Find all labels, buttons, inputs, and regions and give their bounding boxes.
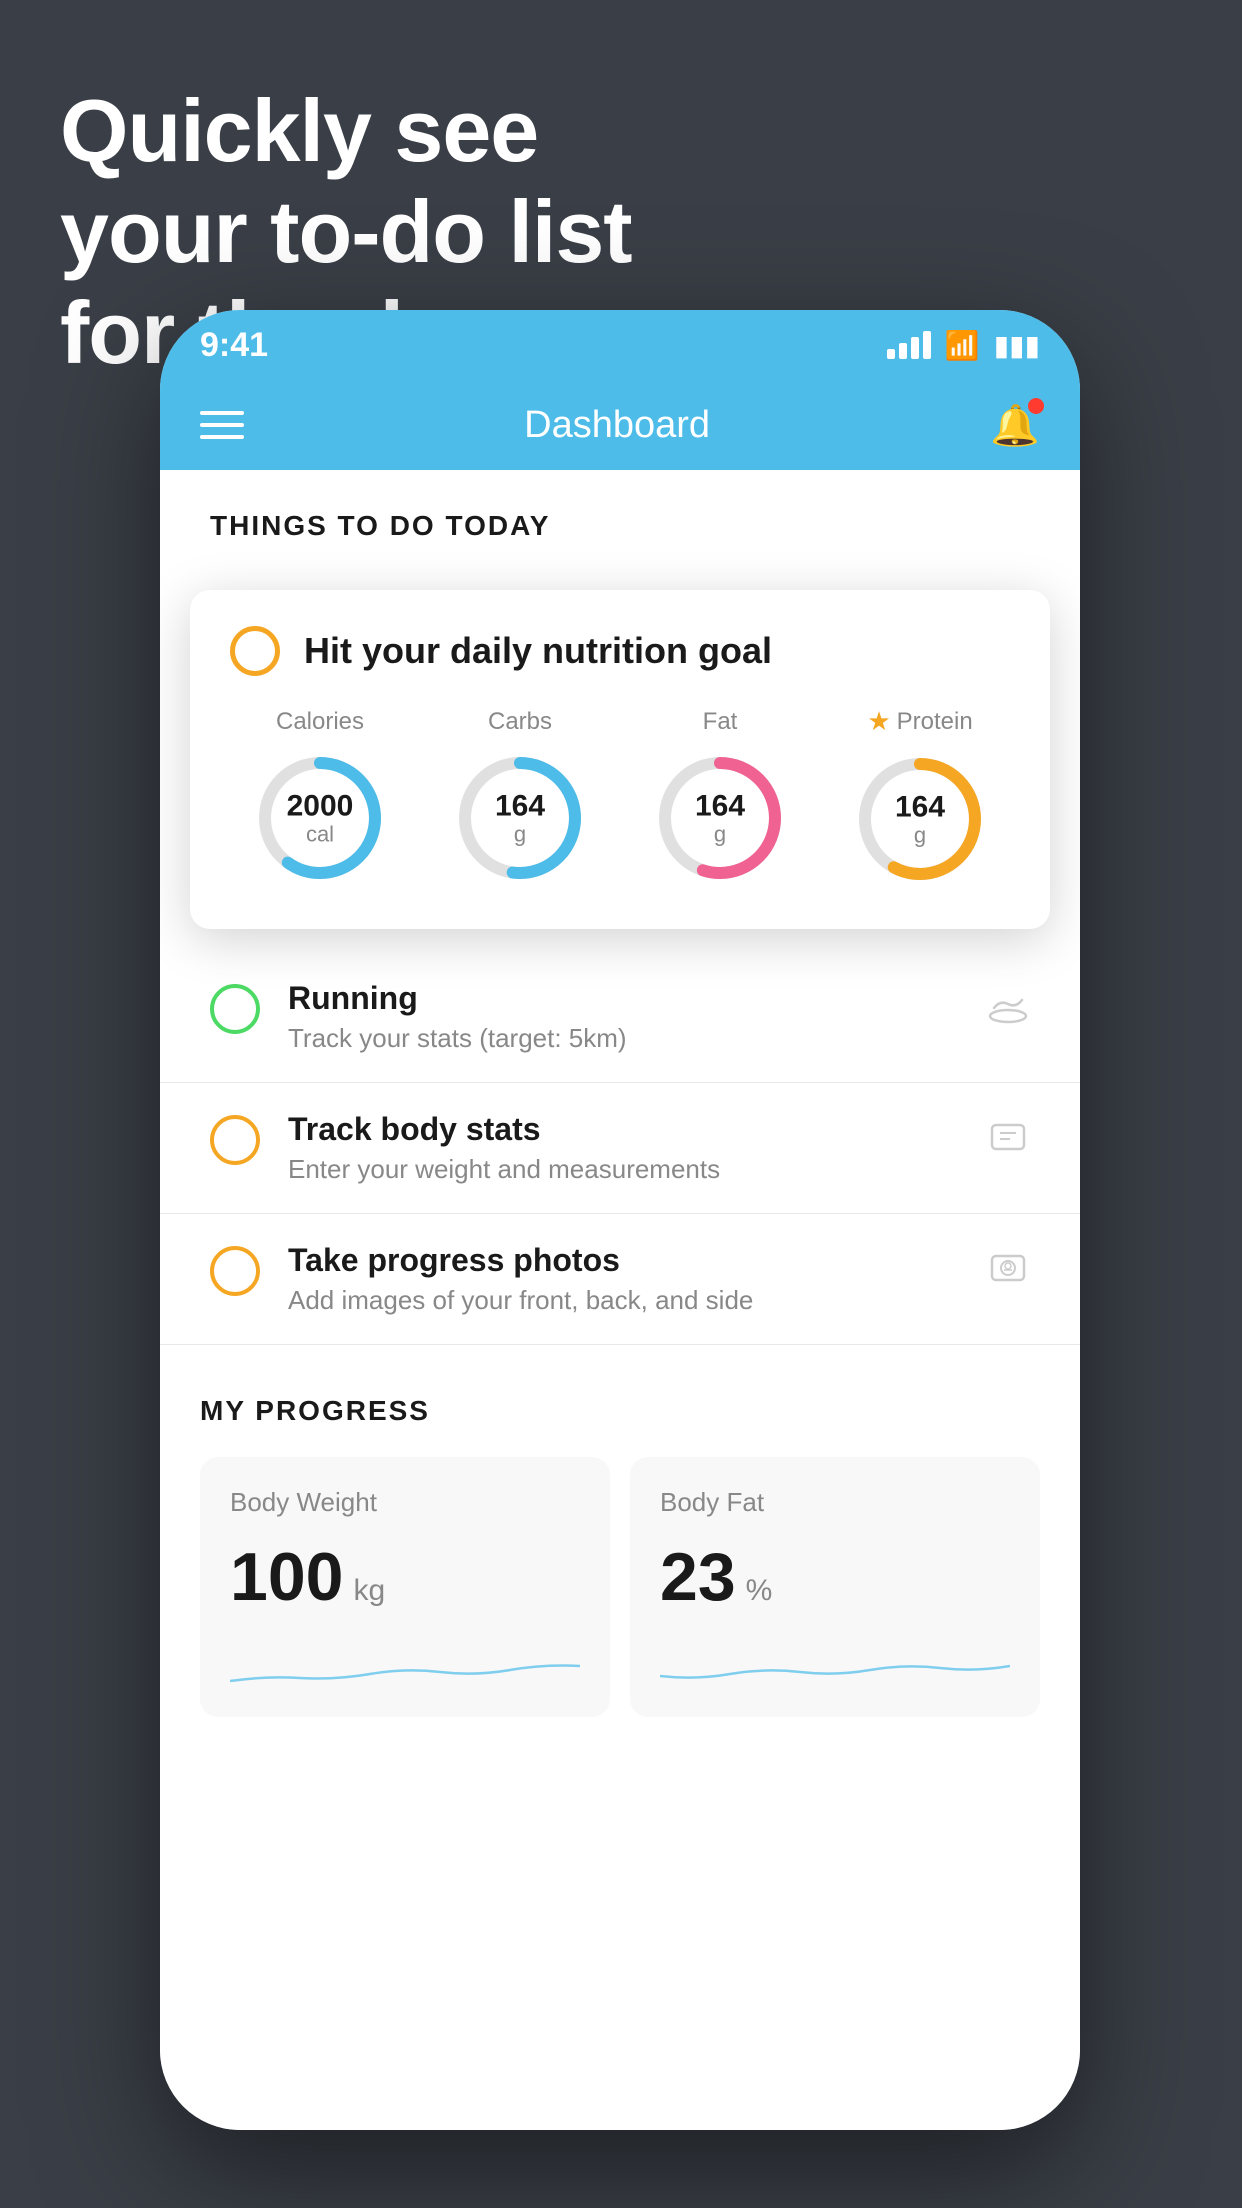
nav-title: Dashboard (524, 404, 710, 447)
nutrition-card: Hit your daily nutrition goal Calories (190, 590, 1050, 929)
calories-stat: Calories 2000 cal (250, 708, 390, 888)
todo-item-body-stats[interactable]: Track body stats Enter your weight and m… (160, 1083, 1080, 1214)
body-weight-unit: kg (353, 1574, 385, 1608)
todo-circle-running (210, 984, 260, 1034)
status-time: 9:41 (200, 326, 268, 365)
todo-name-photos: Take progress photos (288, 1242, 958, 1279)
body-fat-chart (660, 1636, 1010, 1696)
status-icons: 📶 ▮▮▮ (887, 329, 1040, 362)
body-fat-title: Body Fat (660, 1487, 1010, 1518)
body-fat-value-wrap: 23 % (660, 1538, 1010, 1616)
todo-item-running[interactable]: Running Track your stats (target: 5km) (160, 952, 1080, 1083)
body-weight-title: Body Weight (230, 1487, 580, 1518)
progress-cards: Body Weight 100 kg Body Fat 23 (200, 1457, 1040, 1717)
running-icon (986, 986, 1030, 1035)
status-bar: 9:41 📶 ▮▮▮ (160, 310, 1080, 380)
things-to-do-title: THINGS TO DO TODAY (210, 510, 550, 541)
todo-circle-body-stats (210, 1115, 260, 1165)
todo-list: Running Track your stats (target: 5km) (160, 952, 1080, 1345)
body-fat-unit: % (746, 1574, 773, 1608)
todo-text-photos: Take progress photos Add images of your … (288, 1242, 958, 1316)
todo-text-running: Running Track your stats (target: 5km) (288, 980, 958, 1054)
body-weight-card[interactable]: Body Weight 100 kg (200, 1457, 610, 1717)
nutrition-stats: Calories 2000 cal (230, 706, 1010, 889)
battery-icon: ▮▮▮ (994, 329, 1040, 362)
body-fat-card[interactable]: Body Fat 23 % (630, 1457, 1040, 1717)
todo-sub-photos: Add images of your front, back, and side (288, 1285, 958, 1316)
todo-name-running: Running (288, 980, 958, 1017)
phone-content: THINGS TO DO TODAY Hit your daily nutrit… (160, 470, 1080, 2130)
fat-stat: Fat 164 g (650, 708, 790, 888)
carbs-label: Carbs (488, 708, 552, 736)
todo-item-photos[interactable]: Take progress photos Add images of your … (160, 1214, 1080, 1345)
todo-sub-running: Track your stats (target: 5km) (288, 1023, 958, 1054)
protein-label: Protein (897, 708, 973, 736)
calories-label: Calories (276, 708, 364, 736)
todo-circle-photos (210, 1246, 260, 1296)
fat-label: Fat (703, 708, 738, 736)
phone-wrapper: 9:41 📶 ▮▮▮ Dashboard 🔔 (160, 310, 1080, 2130)
nav-bar: Dashboard 🔔 (160, 380, 1080, 470)
todo-sub-body-stats: Enter your weight and measurements (288, 1154, 958, 1185)
calories-donut: 2000 cal (250, 748, 390, 888)
photos-icon (986, 1248, 1030, 1297)
todo-text-body-stats: Track body stats Enter your weight and m… (288, 1111, 958, 1185)
star-icon: ★ (867, 706, 890, 737)
nutrition-card-title: Hit your daily nutrition goal (304, 630, 772, 672)
notifications-button[interactable]: 🔔 (990, 402, 1040, 449)
menu-button[interactable] (200, 411, 244, 439)
carbs-donut: 164 g (450, 748, 590, 888)
protein-label-wrap: ★ Protein (867, 706, 972, 737)
body-weight-value-wrap: 100 kg (230, 1538, 580, 1616)
progress-title: MY PROGRESS (200, 1395, 1040, 1427)
wifi-icon: 📶 (945, 329, 980, 362)
fat-donut: 164 g (650, 748, 790, 888)
notification-badge (1028, 398, 1044, 414)
todo-name-body-stats: Track body stats (288, 1111, 958, 1148)
protein-donut: 164 g (850, 749, 990, 889)
body-weight-chart (230, 1636, 580, 1696)
protein-stat: ★ Protein 164 g (850, 706, 990, 889)
nutrition-card-header: Hit your daily nutrition goal (230, 626, 1010, 676)
body-weight-value: 100 (230, 1538, 343, 1616)
things-to-do-header: THINGS TO DO TODAY (160, 470, 1080, 562)
progress-section: MY PROGRESS Body Weight 100 kg (160, 1345, 1080, 1747)
body-stats-icon (986, 1117, 1030, 1166)
body-fat-value: 23 (660, 1538, 736, 1616)
nutrition-status-circle (230, 626, 280, 676)
phone-frame: 9:41 📶 ▮▮▮ Dashboard 🔔 (160, 310, 1080, 2130)
signal-icon (887, 331, 931, 359)
carbs-stat: Carbs 164 g (450, 708, 590, 888)
